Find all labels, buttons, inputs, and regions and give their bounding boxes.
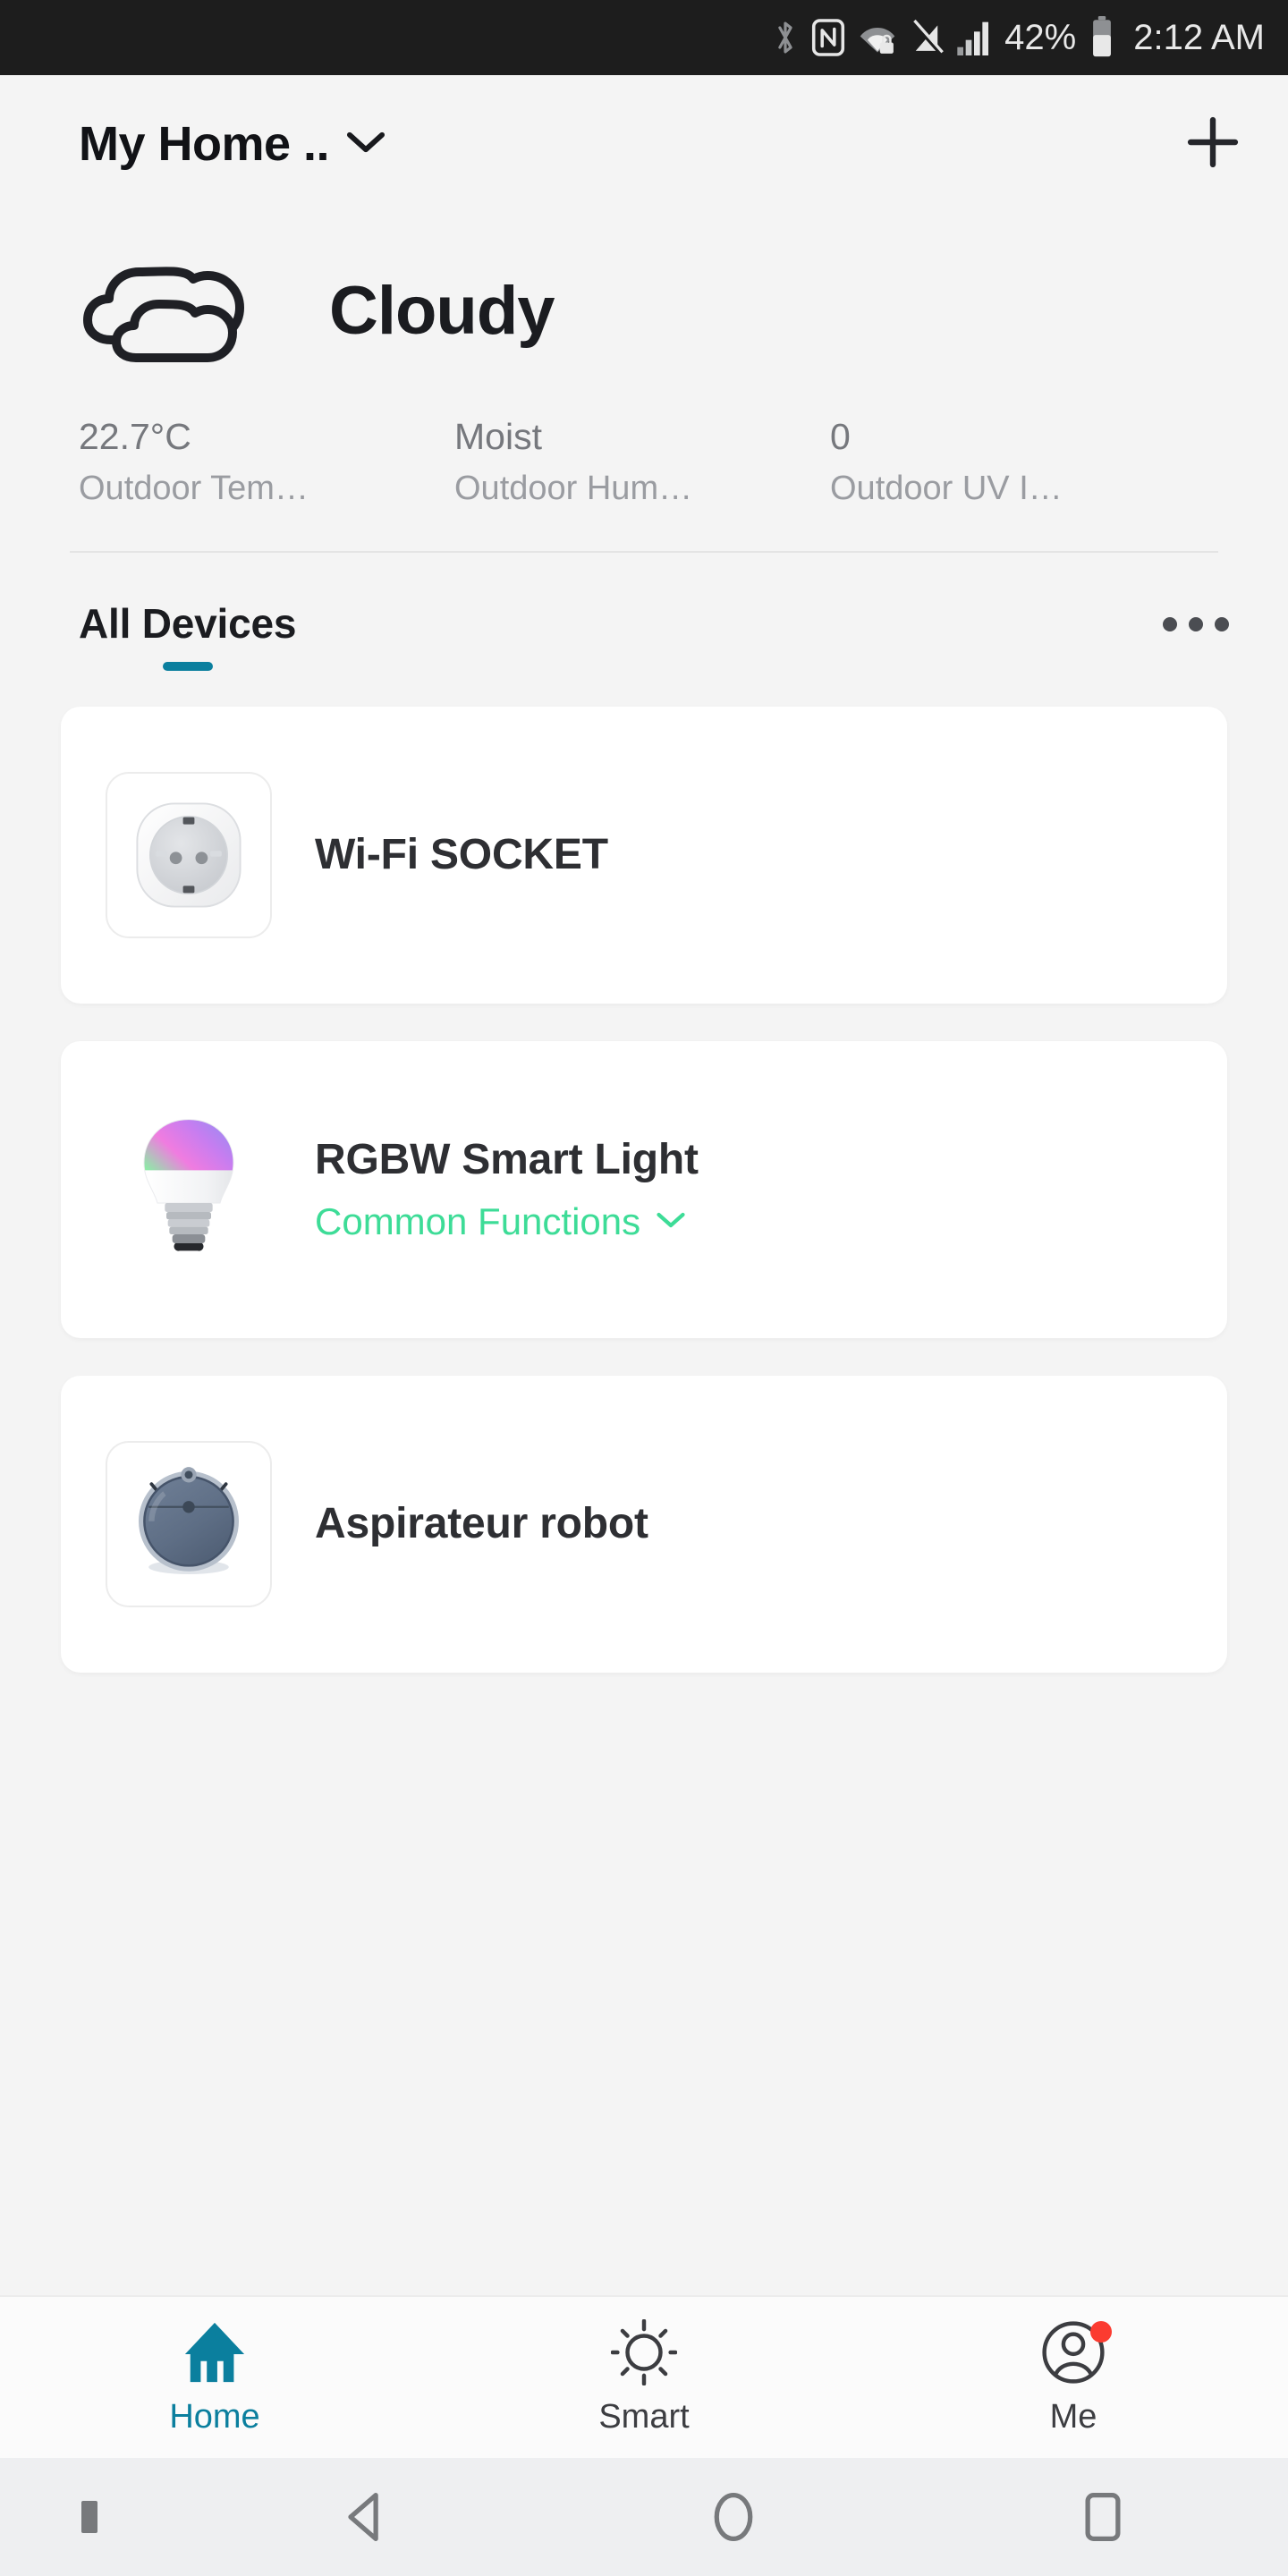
kb-dot: [81, 2501, 97, 2533]
signal-bars-icon: [956, 18, 992, 57]
nav-item-home[interactable]: Home: [0, 2319, 429, 2436]
stat-value: Moist: [454, 416, 542, 457]
chevron-down-icon: [345, 129, 386, 160]
home-name-label: My Home ..: [79, 117, 330, 171]
device-card-aspirateur-robot[interactable]: Aspirateur robot: [61, 1375, 1227, 1673]
stat-label: Outdoor Hum…: [454, 470, 693, 508]
weather-summary: Cloudy: [79, 250, 1209, 371]
battery-percent: 42%: [1004, 17, 1077, 57]
smart-bulb-icon: [106, 1106, 272, 1273]
tab-all-devices[interactable]: All Devices: [79, 599, 296, 671]
tab-active-indicator: [162, 661, 213, 671]
nav-label: Smart: [598, 2397, 690, 2436]
home-circle-icon[interactable]: [548, 2490, 918, 2544]
weather-stat-item: 0 Outdoor UV I…: [830, 414, 1188, 512]
weather-stat-item: 22.7°C Outdoor Tem…: [79, 414, 454, 512]
device-info: Wi-Fi SOCKET: [315, 830, 608, 879]
nav-item-smart[interactable]: Smart: [429, 2318, 859, 2436]
tab-label: All Devices: [79, 599, 297, 647]
stat-value: 0: [830, 416, 851, 457]
notification-badge: [1090, 2320, 1112, 2343]
robot-vacuum-icon: [106, 1440, 272, 1607]
dot: [1215, 616, 1229, 631]
nav-label: Home: [169, 2397, 260, 2436]
nfc-icon: [811, 18, 845, 57]
weather-panel[interactable]: Cloudy 22.7°C Outdoor Tem… Moist Outdoor…: [0, 193, 1288, 512]
weather-condition-label: Cloudy: [329, 273, 555, 349]
sound-off-icon: [910, 18, 945, 57]
device-info: Aspirateur robot: [315, 1499, 648, 1548]
app-header: My Home ..: [0, 95, 1288, 193]
stat-label: Outdoor Tem…: [79, 470, 309, 508]
plus-icon: [1184, 114, 1241, 175]
wifi-socket-icon: [106, 771, 272, 938]
common-functions-toggle[interactable]: Common Functions: [315, 1200, 699, 1243]
account-icon: [1040, 2319, 1112, 2385]
weather-stat-item: Moist Outdoor Hum…: [454, 414, 830, 512]
status-bar-icons: 42% 2:12 AM: [772, 16, 1265, 59]
device-name-label: Aspirateur robot: [315, 1500, 648, 1548]
weather-stats-row: 22.7°C Outdoor Tem… Moist Outdoor Hum… 0…: [79, 414, 1209, 512]
device-list: Wi-Fi SOCKET RGBW Smart Light Common Fun…: [0, 671, 1288, 2295]
device-name-label: Wi-Fi SOCKET: [315, 831, 608, 879]
device-name-label: RGBW Smart Light: [315, 1136, 699, 1184]
nav-label: Me: [1049, 2397, 1097, 2436]
wifi-lock-icon: [858, 20, 897, 55]
device-card-rgbw-smart-light[interactable]: RGBW Smart Light Common Functions: [61, 1040, 1227, 1338]
home-selector-button[interactable]: My Home ..: [79, 116, 386, 172]
recents-icon[interactable]: [919, 2490, 1288, 2544]
common-functions-label: Common Functions: [315, 1200, 641, 1243]
add-device-button[interactable]: [1177, 108, 1249, 180]
stat-label: Outdoor UV I…: [830, 470, 1063, 508]
device-tabs-row: All Devices: [0, 553, 1288, 671]
device-card-wifi-socket[interactable]: Wi-Fi SOCKET: [61, 706, 1227, 1004]
chevron-down-icon: [655, 1209, 687, 1235]
app-root: 42% 2:12 AM My Home .. Cloudy 22.7°C Out…: [0, 0, 1288, 2576]
sun-icon: [611, 2318, 677, 2385]
status-bar-clock: 2:12 AM: [1133, 17, 1265, 57]
stat-value: 22.7°C: [79, 416, 191, 457]
bottom-navigation: Home Smart Me: [0, 2295, 1288, 2458]
status-bar: 42% 2:12 AM: [0, 0, 1288, 75]
dot: [1189, 616, 1203, 631]
battery-icon: [1090, 16, 1114, 59]
bluetooth-icon: [772, 18, 799, 57]
dot: [1163, 616, 1177, 631]
android-navigation-bar: [0, 2458, 1288, 2576]
nav-item-me[interactable]: Me: [859, 2319, 1288, 2436]
cloudy-icon: [79, 250, 286, 371]
more-horizontal-icon[interactable]: [1163, 599, 1229, 631]
keyboard-hide-icon[interactable]: [0, 2501, 179, 2533]
back-icon[interactable]: [179, 2490, 548, 2544]
device-info: RGBW Smart Light Common Functions: [315, 1135, 699, 1243]
home-icon: [180, 2319, 250, 2385]
